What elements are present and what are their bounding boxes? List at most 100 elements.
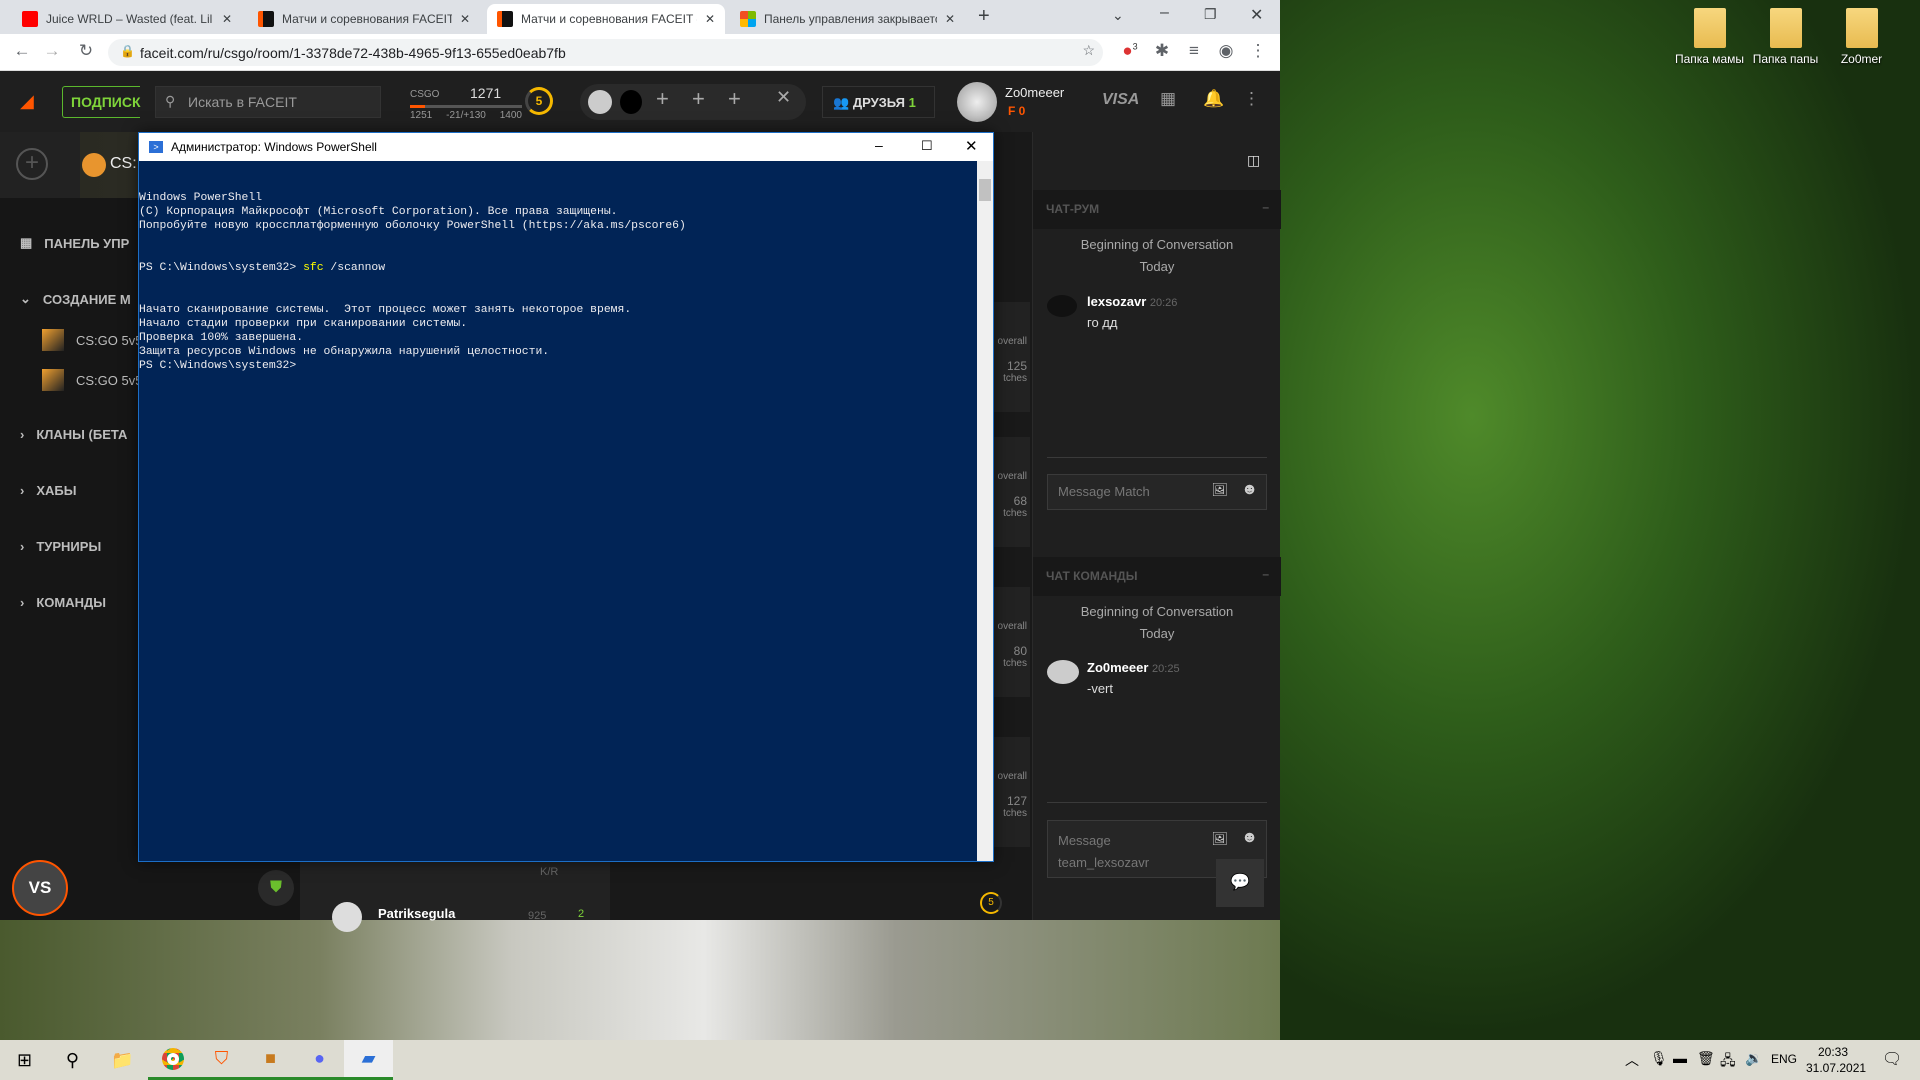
file-explorer-icon[interactable]: 📁: [98, 1040, 147, 1080]
faceit-logo[interactable]: ◢: [20, 91, 34, 112]
tab-youtube[interactable]: Juice WRLD – Wasted (feat. Lil Uzi ✕: [12, 4, 242, 34]
stat-value: 68: [1013, 494, 1027, 508]
star-icon[interactable]: ☆: [1082, 42, 1095, 59]
faceit-header: ◢ ПОДПИСК ⚲ Искать в FACEIT CSGO 1271 125…: [0, 71, 1280, 132]
chrome-icon[interactable]: [148, 1040, 197, 1080]
extension-icon[interactable]: ●3: [1118, 41, 1142, 61]
party-avatar[interactable]: [588, 90, 612, 114]
language-indicator[interactable]: ENG: [1771, 1052, 1797, 1066]
sidebar-item-clans[interactable]: › КЛАНЫ (БЕТА: [20, 427, 127, 442]
emoji-icon[interactable]: ☻: [1241, 481, 1258, 499]
search-icon[interactable]: ⚲: [48, 1040, 97, 1080]
maximize-button[interactable]: ☐: [921, 138, 933, 154]
player-avatar: [332, 902, 362, 932]
elo-widget[interactable]: CSGO 1271 1251 -21/+130 1400: [410, 85, 522, 121]
player-name[interactable]: Patriksegula: [378, 906, 455, 921]
user-avatar[interactable]: [957, 82, 997, 122]
discord-icon[interactable]: ●: [295, 1040, 344, 1080]
minimize-button[interactable]: –: [1160, 4, 1169, 22]
sidebar-item-csgo-5v5[interactable]: CS:GO 5v5: [42, 369, 142, 391]
puzzle-icon[interactable]: ✱: [1150, 41, 1174, 61]
powershell-titlebar[interactable]: > Администратор: Windows PowerShell – ☐ ✕: [139, 133, 993, 161]
close-tab-icon[interactable]: ✕: [705, 12, 715, 26]
menu-icon[interactable]: ⋮: [1246, 41, 1270, 61]
tab-faceit-active[interactable]: Матчи и соревнования FACEIT - ✕: [487, 4, 725, 34]
minimize-button[interactable]: –: [875, 137, 883, 153]
chat-bubble-button[interactable]: 💬: [1216, 859, 1264, 907]
emoji-icon[interactable]: ☻: [1241, 827, 1258, 849]
chat-room-title: ЧАТ-РУМ: [1046, 202, 1100, 216]
collapse-icon[interactable]: –: [1262, 200, 1269, 214]
search-input[interactable]: ⚲ Искать в FACEIT: [155, 86, 381, 118]
tab-faceit-1[interactable]: Матчи и соревнования FACEIT - ✕: [248, 4, 480, 34]
faceit-icon: [258, 11, 274, 27]
trash-icon[interactable]: 🗑: [1697, 1050, 1715, 1067]
desktop-icon-mom-folder[interactable]: Папка мамы: [1672, 8, 1747, 66]
reload-icon[interactable]: ↻: [74, 41, 98, 61]
calendar-icon[interactable]: ▦: [1160, 89, 1176, 109]
maximize-button[interactable]: ❐: [1204, 6, 1217, 23]
bell-icon[interactable]: 🔔: [1203, 89, 1224, 109]
forward-icon[interactable]: →: [40, 41, 64, 61]
new-tab-button[interactable]: +: [978, 5, 990, 28]
console-output[interactable]: Windows PowerShell (C) Корпорация Майкрос…: [139, 161, 977, 861]
url-input[interactable]: 🔒 faceit.com/ru/csgo/room/1-3378de72-438b…: [108, 39, 1103, 66]
tray-chevron-icon[interactable]: ︿: [1625, 1050, 1639, 1070]
message-author[interactable]: Zo0meeer: [1087, 660, 1148, 675]
sidebar-item-matchmaking[interactable]: ⌄ СОЗДАНИЕ М: [20, 291, 131, 307]
faceit-anticheat-icon[interactable]: ⛉: [197, 1040, 246, 1080]
scrollbar-thumb[interactable]: [979, 179, 991, 201]
media-icon[interactable]: ≡: [1182, 41, 1206, 61]
match-message-input[interactable]: Message Match 🖼 ☻: [1047, 474, 1267, 510]
sidebar-item-csgo-5v5[interactable]: CS:GO 5v5: [42, 329, 142, 351]
back-icon[interactable]: ←: [10, 41, 34, 61]
friends-button[interactable]: 👥 ДРУЗЬЯ 1: [822, 86, 935, 118]
clock[interactable]: 20:33 31.07.2021: [1806, 1044, 1866, 1076]
visa-logo[interactable]: VISA: [1102, 91, 1139, 109]
sidebar-item-tournaments[interactable]: › ТУРНИРЫ: [20, 539, 101, 554]
close-tab-icon[interactable]: ✕: [460, 12, 470, 26]
close-tab-icon[interactable]: ✕: [222, 12, 232, 26]
close-window-button[interactable]: ✕: [1250, 5, 1263, 25]
subscribe-button[interactable]: ПОДПИСК: [62, 86, 141, 118]
microphone-icon[interactable]: 🎙: [1650, 1050, 1668, 1067]
panel-toggle-icon[interactable]: ◫: [1247, 152, 1260, 169]
chat-room-header[interactable]: ЧАТ-РУМ –: [1033, 190, 1281, 229]
plus-circle-icon[interactable]: +: [16, 148, 48, 180]
vs-button[interactable]: VS: [12, 860, 68, 916]
csgo-icon: [42, 329, 64, 351]
network-icon[interactable]: 🖧: [1720, 1050, 1736, 1074]
folder-icon: [1693, 8, 1726, 48]
sidebar-item-hubs[interactable]: › ХАБЫ: [20, 483, 76, 498]
csgo-icon[interactable]: ■: [246, 1040, 295, 1080]
tab-search-icon[interactable]: ⌄: [1112, 7, 1124, 24]
desktop-icon-dad-folder[interactable]: Папка папы: [1748, 8, 1823, 66]
powershell-taskbar-icon[interactable]: ▰: [344, 1040, 393, 1080]
collapse-icon[interactable]: –: [1262, 567, 1269, 581]
network-app-icon[interactable]: ▬: [1673, 1050, 1687, 1066]
shield-icon[interactable]: ⛊: [258, 870, 294, 906]
notifications-icon[interactable]: 🗨: [1882, 1049, 1902, 1069]
profile-icon[interactable]: ◉: [1214, 41, 1238, 61]
invite-plus-icon[interactable]: +: [692, 86, 705, 112]
sidebar-item-teams[interactable]: › КОМАНДЫ: [20, 595, 106, 610]
close-button[interactable]: ✕: [965, 137, 978, 155]
start-button[interactable]: ⊞: [0, 1040, 49, 1080]
desktop-icon-zo0mer-folder[interactable]: Zo0mer: [1824, 8, 1899, 66]
scrollbar[interactable]: [977, 161, 993, 861]
more-icon[interactable]: ⋮: [1243, 89, 1260, 109]
sidebar-item-dashboard[interactable]: ▦ ПАНЕЛЬ УПР: [20, 235, 129, 251]
party-leader-avatar[interactable]: [620, 90, 642, 114]
volume-icon[interactable]: 🔉: [1745, 1050, 1762, 1067]
leave-party-icon[interactable]: ✕: [776, 87, 791, 108]
team-chat-header[interactable]: ЧАТ КОМАНДЫ –: [1033, 557, 1281, 596]
username[interactable]: Zo0meeer: [1005, 85, 1064, 100]
image-icon[interactable]: 🖼: [1211, 828, 1228, 850]
image-icon[interactable]: 🖼: [1211, 482, 1228, 498]
close-tab-icon[interactable]: ✕: [945, 12, 955, 26]
invite-plus-icon[interactable]: +: [656, 86, 669, 112]
tab-title: Матчи и соревнования FACEIT -: [282, 12, 452, 26]
invite-plus-icon[interactable]: +: [728, 86, 741, 112]
tab-microsoft[interactable]: Панель управления закрывается ✕: [730, 4, 965, 34]
message-author[interactable]: lexsozavr: [1087, 294, 1146, 309]
